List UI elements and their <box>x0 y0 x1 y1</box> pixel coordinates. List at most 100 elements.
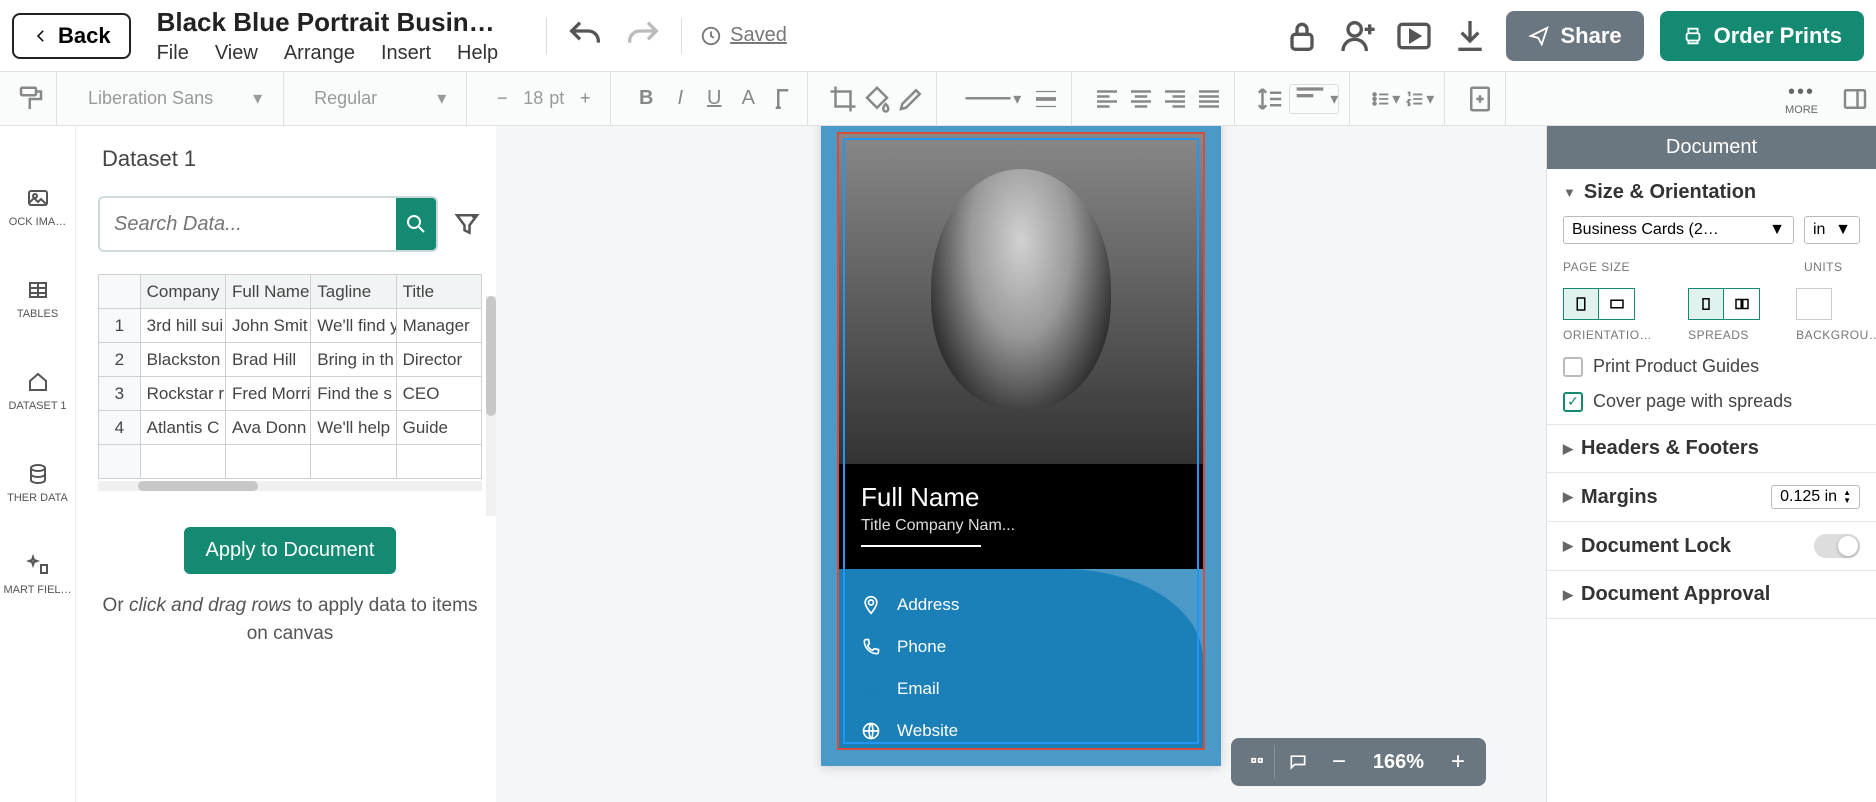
font-weight-select[interactable]: Regular ▾ <box>304 84 456 113</box>
canvas[interactable]: Full Name Title Company Nam... Address P… <box>496 126 1546 802</box>
comments-button[interactable] <box>1241 745 1275 779</box>
cover-spreads-checkbox[interactable]: ✓ Cover page with spreads <box>1563 391 1860 412</box>
saved-status[interactable]: Saved <box>700 24 787 47</box>
zoom-in-button[interactable]: + <box>1440 744 1476 780</box>
text-color-button[interactable]: A <box>733 84 763 114</box>
search-button[interactable] <box>396 198 436 250</box>
spreads-facing-button[interactable] <box>1724 288 1760 320</box>
margin-input[interactable]: 0.125 in▲▼ <box>1771 485 1860 509</box>
add-user-button[interactable] <box>1338 16 1378 56</box>
rail-tables[interactable]: TABLES <box>0 278 75 320</box>
border-style-button[interactable]: ▾ <box>957 84 1027 114</box>
menu-view[interactable]: View <box>215 42 258 65</box>
zoom-out-button[interactable]: − <box>1321 744 1357 780</box>
orientation-portrait-button[interactable] <box>1563 288 1599 320</box>
zoom-value[interactable]: 166% <box>1363 751 1434 774</box>
card-phone-row[interactable]: Phone <box>861 637 1181 657</box>
section-margins[interactable]: ▶Margins <box>1563 486 1658 509</box>
bold-button[interactable]: B <box>631 84 661 114</box>
align-left-button[interactable] <box>1092 84 1122 114</box>
spreads-label: SPREADS <box>1688 328 1749 342</box>
section-document-approval[interactable]: ▶Document Approval <box>1563 583 1860 606</box>
table-row[interactable]: 13rd hill suiJohn SmitWe'll find yManage… <box>99 309 482 343</box>
section-document-lock[interactable]: ▶Document Lock <box>1563 535 1731 558</box>
table-row[interactable]: 3Rockstar rFred MorriFind the sCEO <box>99 377 482 411</box>
card-info-block[interactable]: Address Phone Email Website <box>839 569 1203 750</box>
menu-file[interactable]: File <box>157 42 189 65</box>
orientation-landscape-button[interactable] <box>1599 288 1635 320</box>
chat-button[interactable] <box>1281 745 1315 779</box>
increase-size-button[interactable]: + <box>570 84 600 114</box>
document-title[interactable]: Black Blue Portrait Busin… <box>157 7 497 38</box>
col-title[interactable]: Title <box>396 275 481 309</box>
units-select[interactable]: in▼ <box>1804 216 1860 244</box>
font-size-value[interactable]: 18 <box>523 88 543 109</box>
card-photo[interactable] <box>839 134 1203 464</box>
more-tools-button[interactable]: ••• MORE <box>1785 81 1818 116</box>
table-hscroll[interactable] <box>98 481 482 491</box>
background-color-button[interactable] <box>1796 288 1832 320</box>
panel-vscroll[interactable] <box>486 296 496 516</box>
card-address-row[interactable]: Address <box>861 595 1181 615</box>
menu-arrange[interactable]: Arrange <box>284 42 355 65</box>
rail-other-data[interactable]: THER DATA <box>0 462 75 504</box>
align-center-button[interactable] <box>1126 84 1156 114</box>
back-button[interactable]: Back <box>12 13 131 59</box>
text-style-button[interactable] <box>767 84 797 114</box>
rail-dataset[interactable]: DATASET 1 <box>0 370 75 412</box>
paint-format-button[interactable] <box>16 84 46 114</box>
align-right-button[interactable] <box>1160 84 1190 114</box>
font-family-select[interactable]: Liberation Sans ▾ <box>77 83 273 114</box>
section-headers-footers[interactable]: ▶Headers & Footers <box>1563 437 1860 460</box>
menu-insert[interactable]: Insert <box>381 42 431 65</box>
print-guides-label: Print Product Guides <box>1593 356 1759 377</box>
card-website-row[interactable]: Website <box>861 721 1181 741</box>
border-weight-button[interactable] <box>1031 84 1061 114</box>
col-fullname[interactable]: Full Name <box>225 275 310 309</box>
search-input[interactable] <box>100 198 396 250</box>
align-justify-button[interactable] <box>1194 84 1224 114</box>
apply-to-document-button[interactable]: Apply to Document <box>184 527 397 574</box>
empty-row[interactable] <box>99 445 141 479</box>
document-lock-toggle[interactable] <box>1814 534 1860 558</box>
card-email-row[interactable]: Email <box>861 679 1181 699</box>
vertical-align-button[interactable]: ▾ <box>1289 84 1339 114</box>
undo-button[interactable] <box>565 16 605 56</box>
download-button[interactable] <box>1450 16 1490 56</box>
zoom-control[interactable]: − 166% + <box>1231 738 1486 786</box>
page-size-select[interactable]: Business Cards (2…▼ <box>1563 216 1794 244</box>
col-company[interactable]: Company <box>140 275 225 309</box>
present-button[interactable] <box>1394 16 1434 56</box>
pen-button[interactable] <box>896 84 926 114</box>
rail-stock-images[interactable]: OCK IMA… <box>0 186 75 228</box>
business-card[interactable]: Full Name Title Company Nam... Address P… <box>821 126 1221 766</box>
crop-button[interactable] <box>828 84 858 114</box>
card-name-block[interactable]: Full Name Title Company Nam... <box>839 464 1203 569</box>
data-table[interactable]: Company Full Name Tagline Title 13rd hil… <box>98 274 482 479</box>
bullet-list-button[interactable]: ▾ <box>1370 84 1400 114</box>
decrease-size-button[interactable]: − <box>487 84 517 114</box>
underline-button[interactable]: U <box>699 84 729 114</box>
card-title-company[interactable]: Title Company Nam... <box>861 517 1181 535</box>
rail-smart-fields[interactable]: MART FIEL… <box>0 554 75 596</box>
redo-button[interactable] <box>623 16 663 56</box>
share-button[interactable]: Share <box>1506 11 1643 61</box>
spreads-single-button[interactable] <box>1688 288 1724 320</box>
italic-button[interactable]: I <box>665 84 695 114</box>
line-spacing-button[interactable] <box>1255 84 1285 114</box>
fill-button[interactable] <box>862 84 892 114</box>
panel-toggle-button[interactable] <box>1840 84 1870 114</box>
col-index[interactable] <box>99 275 141 309</box>
col-tagline[interactable]: Tagline <box>311 275 396 309</box>
table-row[interactable]: 4Atlantis CAva DonnWe'll helpGuide <box>99 411 482 445</box>
add-page-button[interactable] <box>1465 84 1495 114</box>
filter-button[interactable] <box>452 209 482 239</box>
number-list-button[interactable]: ▾ <box>1404 84 1434 114</box>
section-size-orientation[interactable]: ▼Size & Orientation <box>1563 181 1860 204</box>
print-guides-checkbox[interactable]: Print Product Guides <box>1563 356 1860 377</box>
order-prints-button[interactable]: Order Prints <box>1660 11 1864 61</box>
menu-help[interactable]: Help <box>457 42 498 65</box>
lock-button[interactable] <box>1282 16 1322 56</box>
table-row[interactable]: 2BlackstonBrad HillBring in thDirector <box>99 343 482 377</box>
card-fullname[interactable]: Full Name <box>861 482 1181 513</box>
